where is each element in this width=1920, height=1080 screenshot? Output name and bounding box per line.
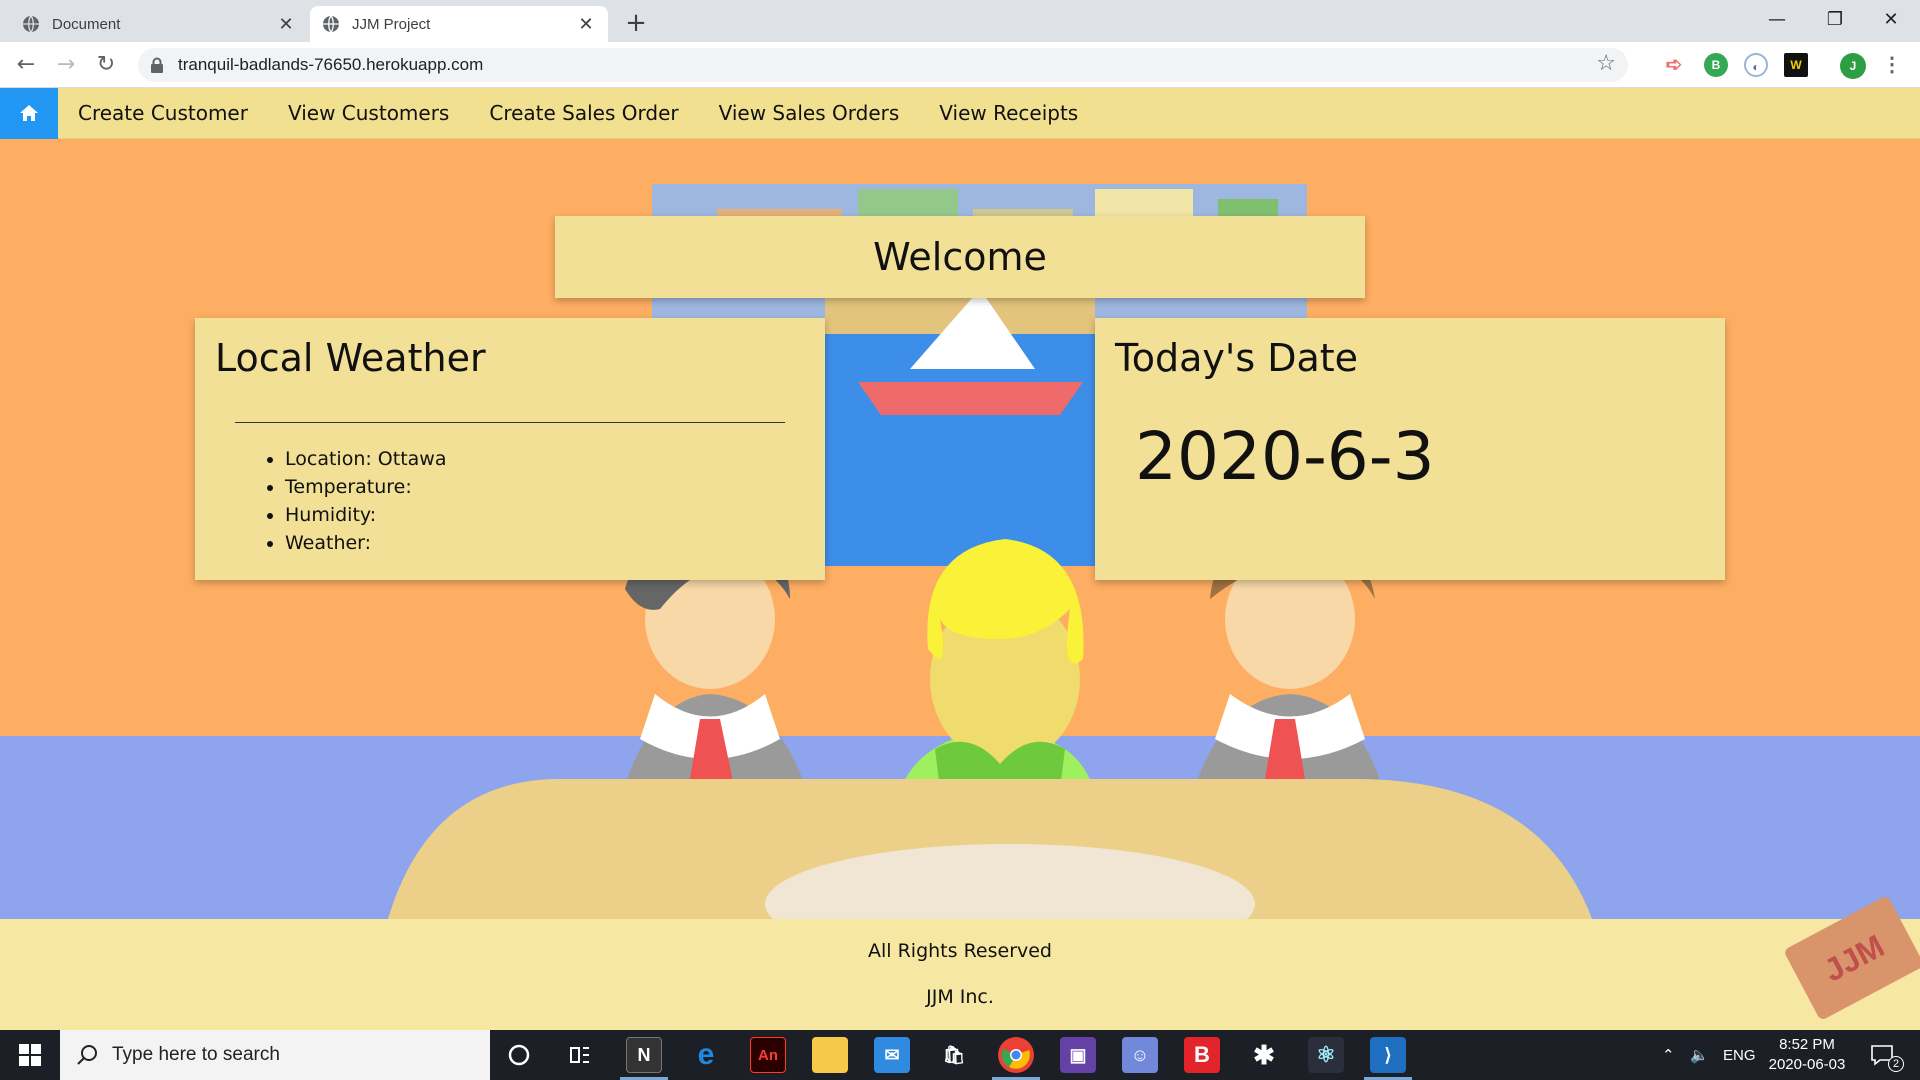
search-icon [77, 1045, 97, 1065]
nav-view-customers[interactable]: View Customers [268, 101, 469, 125]
weather-humidity: Humidity: [285, 501, 805, 529]
weather-condition: Weather: [285, 529, 805, 557]
date-value: 2020-6-3 [1135, 418, 1435, 495]
edge-icon[interactable]: e [688, 1037, 724, 1073]
store-icon[interactable]: 🛍 [936, 1037, 972, 1073]
menu-kebab-icon[interactable]: ⋮ [1880, 53, 1904, 77]
address-bar[interactable]: tranquil-badlands-76650.herokuapp.com ☆ [138, 48, 1628, 82]
file-explorer-icon[interactable] [812, 1037, 848, 1073]
weather-location: Location: Ottawa [285, 445, 805, 473]
footer-company: JJM Inc. [926, 986, 994, 1008]
chrome-icon[interactable] [998, 1037, 1034, 1073]
welcome-banner: Welcome [555, 216, 1365, 298]
home-icon [20, 105, 38, 121]
tab-title: Document [52, 15, 121, 33]
windows-start-icon[interactable] [0, 1030, 60, 1080]
minimize-icon[interactable]: — [1748, 4, 1806, 36]
site-navbar: Create Customer View Customers Create Sa… [0, 88, 1920, 139]
tray-chevron-icon[interactable]: ⌃ [1662, 1030, 1675, 1080]
taskbar-search-box[interactable]: Type here to search [60, 1030, 490, 1080]
cast-extension-icon[interactable]: ➪ [1662, 53, 1686, 77]
extension-w-icon[interactable]: W [1784, 53, 1808, 77]
slack-icon[interactable]: ✱ [1246, 1037, 1282, 1073]
task-view-icon[interactable] [562, 1037, 598, 1073]
tab-title: JJM Project [352, 15, 431, 33]
mail-icon[interactable]: ✉ [874, 1037, 910, 1073]
reload-icon[interactable]: ↻ [92, 51, 120, 79]
weather-temperature: Temperature: [285, 473, 805, 501]
cortana-icon[interactable] [501, 1037, 537, 1073]
search-placeholder: Type here to search [112, 1044, 280, 1065]
windows-taskbar: Type here to search N e An ✉ 🛍 ▣ ☺ B ✱ ⚛… [0, 1030, 1920, 1080]
extension-b-icon[interactable]: B [1704, 53, 1728, 77]
nav-create-sales-order[interactable]: Create Sales Order [469, 101, 698, 125]
discord-icon[interactable]: ☺ [1122, 1037, 1158, 1073]
globe-icon [323, 15, 339, 33]
clock-time: 8:52 PM [1779, 1036, 1835, 1053]
weather-list: Location: Ottawa Temperature: Humidity: … [285, 445, 805, 557]
notification-center-icon[interactable]: 2 [1870, 1030, 1904, 1080]
back-icon[interactable]: ← [12, 51, 40, 79]
browser-tab-strip: Document ✕ JJM Project ✕ + — ❐ ✕ [0, 0, 1920, 42]
home-button[interactable] [0, 88, 58, 139]
taskbar-clock[interactable]: 8:52 PM 2020-06-03 [1762, 1035, 1852, 1075]
notion-icon[interactable]: N [626, 1037, 662, 1073]
clock-date: 2020-06-03 [1768, 1056, 1846, 1073]
language-indicator[interactable]: ENG [1723, 1030, 1756, 1080]
tab-document[interactable]: Document ✕ [10, 6, 308, 42]
globe-icon [23, 15, 39, 33]
date-title: Today's Date [1115, 336, 1359, 380]
nav-view-sales-orders[interactable]: View Sales Orders [699, 101, 920, 125]
nav-create-customer[interactable]: Create Customer [58, 101, 268, 125]
new-tab-button[interactable]: + [622, 8, 650, 38]
bookmark-star-icon[interactable]: ☆ [1596, 51, 1616, 76]
electron-icon[interactable]: ⚛ [1308, 1037, 1344, 1073]
animate-icon[interactable]: An [750, 1037, 786, 1073]
bitdefender-icon[interactable]: B [1184, 1037, 1220, 1073]
extension-ring-icon[interactable]: ◐ [1744, 53, 1768, 77]
tab-jjm-project[interactable]: JJM Project ✕ [310, 6, 608, 42]
volume-icon[interactable]: 🔈 [1690, 1030, 1709, 1080]
vscode-icon[interactable]: ⟩ [1370, 1037, 1406, 1073]
close-window-icon[interactable]: ✕ [1862, 4, 1920, 36]
restore-icon[interactable]: ❐ [1806, 4, 1864, 36]
site-footer: All Rights Reserved JJM Inc. [0, 919, 1920, 1030]
profile-avatar[interactable]: J [1840, 53, 1866, 79]
forward-icon[interactable]: → [52, 51, 80, 79]
url-text: tranquil-badlands-76650.herokuapp.com [178, 55, 484, 74]
twitch-icon[interactable]: ▣ [1060, 1037, 1096, 1073]
close-tab-icon[interactable]: ✕ [576, 14, 596, 35]
browser-toolbar: ← → ↻ tranquil-badlands-76650.herokuapp.… [0, 42, 1920, 88]
nav-view-receipts[interactable]: View Receipts [919, 101, 1098, 125]
notification-count: 2 [1888, 1056, 1904, 1072]
date-card: Today's Date 2020-6-3 [1095, 318, 1725, 580]
lock-icon [151, 57, 163, 73]
weather-card: Local Weather Location: Ottawa Temperatu… [195, 318, 825, 580]
weather-title: Local Weather [215, 336, 486, 380]
divider [235, 422, 785, 423]
footer-rights: All Rights Reserved [868, 940, 1052, 962]
site-page: Create Customer View Customers Create Sa… [0, 88, 1920, 1030]
close-tab-icon[interactable]: ✕ [276, 14, 296, 35]
